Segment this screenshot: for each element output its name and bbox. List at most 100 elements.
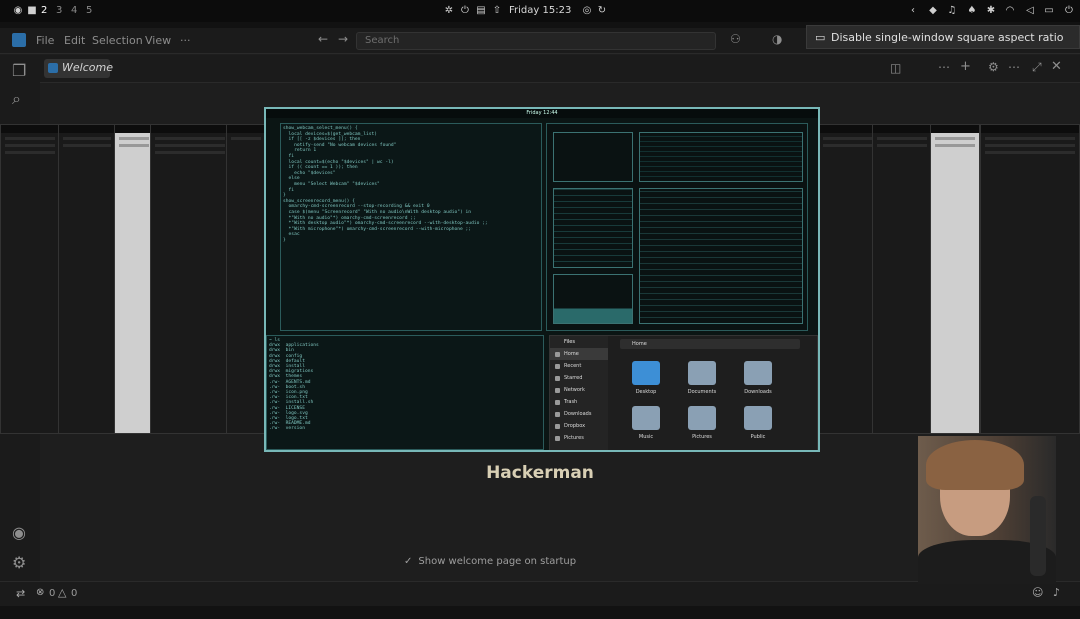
check-icon[interactable]: ✓ — [404, 556, 412, 567]
folder-public-icon[interactable] — [744, 406, 772, 430]
tab-welcome[interactable]: Welcome — [44, 59, 113, 78]
aspect-ratio-toggle[interactable]: ▭ Disable single-window square aspect ra… — [806, 25, 1080, 49]
menu-view[interactable]: View — [145, 34, 171, 47]
add-icon[interactable]: + — [960, 59, 971, 74]
folder-music-label: Music — [638, 434, 654, 440]
power-menu-icon[interactable]: ⏻ — [1063, 4, 1075, 16]
gear-icon[interactable]: ⚙ — [12, 553, 26, 572]
warning-icon[interactable]: △ — [58, 586, 66, 599]
files-sidebar-downloads[interactable]: Downloads — [550, 408, 608, 420]
terminal-pane[interactable]: ~ ls drwx applications drwx bin drwx config… — [266, 335, 544, 450]
files-path-bar[interactable]: Home — [620, 339, 800, 349]
files-sidebar-pictures[interactable]: Pictures — [550, 432, 608, 444]
clock[interactable]: Friday 15:23 — [509, 5, 571, 16]
forward-arrow-icon[interactable]: → — [338, 32, 348, 46]
files-sidebar-dropbox[interactable]: Dropbox — [550, 420, 608, 432]
system-monitor-pane[interactable] — [546, 123, 808, 331]
menu-selection[interactable]: Selection — [92, 34, 143, 47]
network-graph — [553, 274, 633, 324]
menu-more[interactable]: ··· — [180, 34, 191, 47]
files-sidebar-recent[interactable]: Recent — [550, 360, 608, 372]
files-path: Home — [632, 341, 647, 347]
error-count[interactable]: 0 — [49, 588, 55, 599]
warning-count[interactable]: 0 — [71, 588, 77, 599]
ghost-icon[interactable]: ♠ — [966, 4, 978, 16]
code-line: } — [283, 237, 286, 243]
tab-welcome-label: Welcome — [62, 61, 113, 74]
workspace-thumbnail[interactable] — [980, 124, 1080, 434]
workspace-5[interactable]: 5 — [86, 5, 92, 16]
workspace-thumbnail[interactable] — [226, 124, 266, 434]
battery-icon[interactable]: ▭ — [1043, 4, 1055, 16]
gear-small-icon[interactable]: ⚙ — [988, 60, 999, 74]
cpu-bars — [639, 132, 803, 182]
arch-logo-icon[interactable]: ◉ — [12, 4, 24, 16]
code-editor-pane[interactable]: show_webcam_select_menu() { local device… — [280, 123, 542, 331]
workspace-thumbnail[interactable] — [872, 124, 932, 434]
window-icon: ▭ — [815, 31, 826, 44]
files-sidebar-network[interactable]: Network — [550, 384, 608, 396]
wifi-icon[interactable]: ◠ — [1004, 4, 1016, 16]
process-list — [639, 188, 803, 324]
preview-clock: Friday 12:44 — [266, 109, 818, 118]
record-icon[interactable]: ◎ — [581, 4, 593, 16]
close-icon[interactable]: ✕ — [1051, 59, 1062, 74]
command-search-input[interactable]: Search — [356, 32, 716, 50]
refresh-icon[interactable]: ↻ — [596, 4, 608, 16]
workspace-2[interactable]: 2 — [41, 5, 47, 16]
vscode-logo-icon — [12, 33, 26, 47]
bell-icon[interactable]: ♫ — [946, 4, 958, 16]
maximize-icon[interactable]: ⤢ — [1032, 60, 1042, 75]
terminal-line: .rw- version — [269, 426, 305, 432]
webcam-hair — [926, 440, 1024, 490]
workspace-thumbnail[interactable] — [930, 124, 980, 434]
focused-workspace-preview[interactable]: Friday 12:44 show_webcam_select_menu() {… — [264, 107, 820, 452]
workspace-thumbnail[interactable] — [818, 124, 878, 434]
cpu-graph — [553, 132, 633, 182]
folder-pictures-icon[interactable] — [688, 406, 716, 430]
back-arrow-icon[interactable]: ← — [318, 32, 328, 46]
chevron-left-icon[interactable]: ‹ — [907, 4, 919, 16]
more-icon[interactable]: ⋯ — [938, 60, 950, 74]
show-welcome-row[interactable]: ✓ Show welcome page on startup — [404, 556, 576, 567]
settings-icon[interactable]: ✲ — [443, 4, 455, 16]
folder-downloads-label: Downloads — [744, 389, 772, 395]
search-icon[interactable]: ⌕ — [12, 89, 21, 109]
files-sidebar-home[interactable]: Home — [550, 348, 608, 360]
workspace-1-icon[interactable]: ■ — [26, 4, 38, 16]
workspace-3[interactable]: 3 — [56, 5, 62, 16]
copilot-icon[interactable]: ⚇ — [730, 32, 741, 46]
workspace-thumbnail[interactable] — [114, 124, 154, 434]
files-sidebar-starred[interactable]: Starred — [550, 372, 608, 384]
folder-music-icon[interactable] — [632, 406, 660, 430]
power-icon[interactable]: ⏻ — [459, 4, 471, 16]
split-editor-icon[interactable]: ◫ — [890, 61, 901, 75]
workspace-thumbnail[interactable] — [58, 124, 116, 434]
workspace-thumbnail[interactable] — [0, 124, 60, 434]
aspect-ratio-label: Disable single-window square aspect rati… — [831, 31, 1064, 44]
copilot-status-icon[interactable]: ☺ — [1032, 586, 1043, 599]
workspace-4[interactable]: 4 — [71, 5, 77, 16]
tab-row: Welcome ◫ ⋯ + ⚙ ⋯ ⤢ ✕ — [40, 55, 1080, 83]
more-actions-icon[interactable]: ⋯ — [1008, 60, 1020, 74]
explorer-icon[interactable]: ❐ — [12, 61, 26, 80]
remote-icon[interactable]: ⇄ — [16, 587, 25, 600]
account-icon[interactable]: ◉ — [12, 523, 26, 542]
dropbox-icon[interactable]: ◆ — [927, 4, 939, 16]
files-sidebar-trash[interactable]: Trash — [550, 396, 608, 408]
menu-file[interactable]: File — [36, 34, 54, 47]
volume-icon[interactable]: ◁ — [1024, 4, 1036, 16]
menu-edit[interactable]: Edit — [64, 34, 85, 47]
account-toggle-icon[interactable]: ◑ — [772, 32, 782, 46]
folder-documents-icon[interactable] — [688, 361, 716, 385]
bluetooth-icon[interactable]: ✱ — [985, 4, 997, 16]
error-icon[interactable]: ⊗ — [36, 587, 44, 598]
share-icon[interactable]: ⇧ — [491, 4, 503, 16]
notes-icon[interactable]: ▤ — [475, 4, 487, 16]
notifications-icon[interactable]: ♪ — [1053, 586, 1060, 599]
folder-desktop-icon[interactable] — [632, 361, 660, 385]
status-bar: ⇄ ⊗ 0 △ 0 ☺ ♪ — [0, 581, 1080, 606]
workspace-thumbnail[interactable] — [150, 124, 230, 434]
files-window[interactable]: Files Home Recent Starred Network Trash … — [549, 335, 818, 452]
folder-downloads-icon[interactable] — [744, 361, 772, 385]
